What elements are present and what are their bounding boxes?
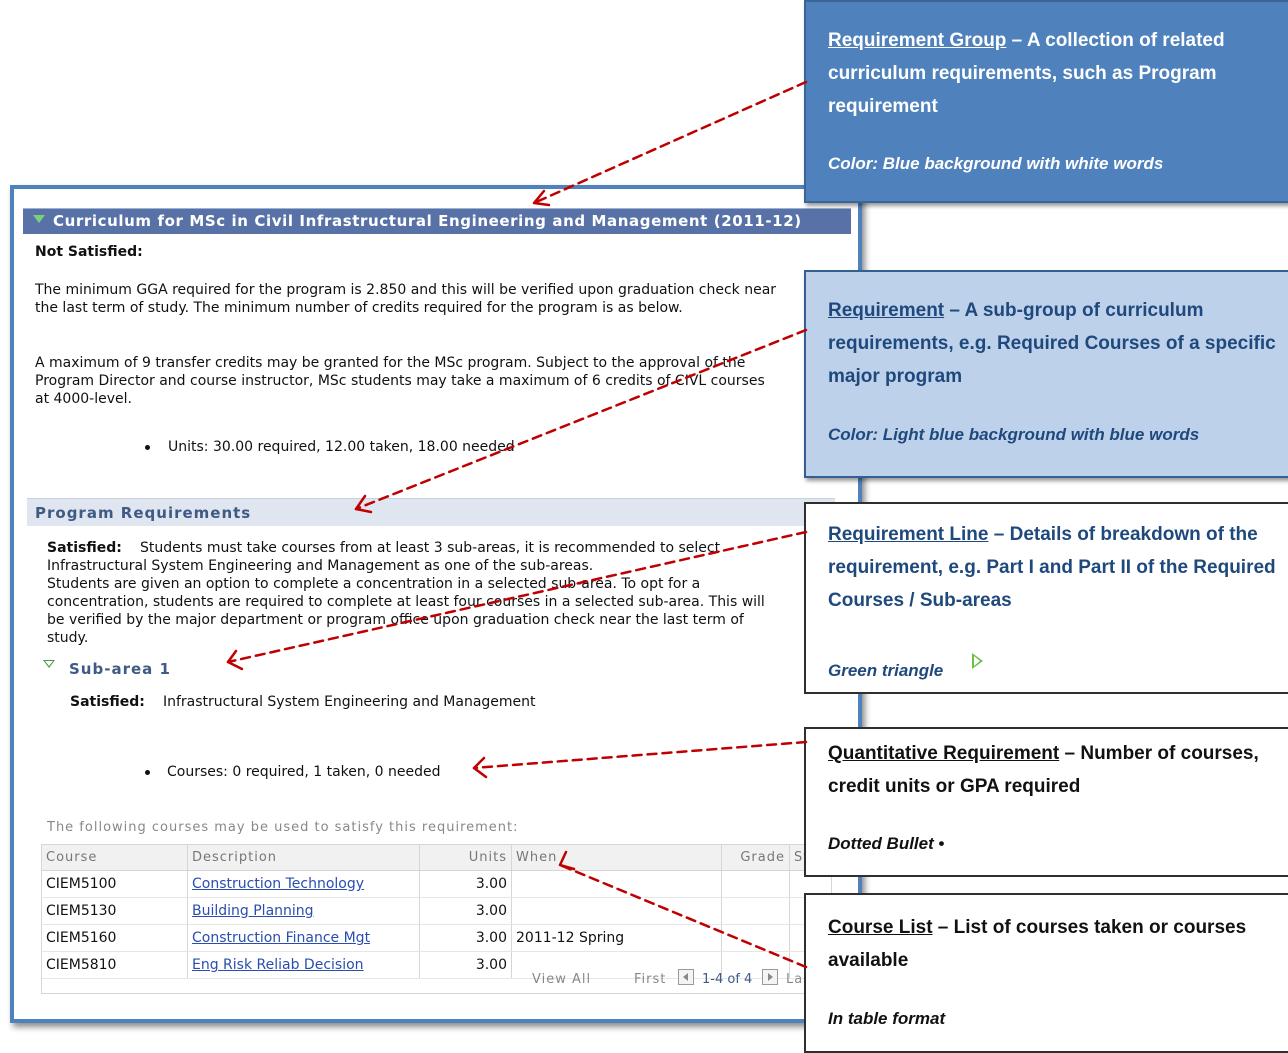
course-list-intro: The following courses may be used to sat… <box>47 820 519 835</box>
requirement-text-line: be verified by the major department or p… <box>47 612 744 628</box>
course-grade <box>721 924 790 952</box>
column-header-grade[interactable]: Grade <box>721 844 790 871</box>
requirement-group-callout: Requirement Group – A collection of rela… <box>804 0 1288 203</box>
requirement-status: Satisfied: <box>47 540 122 556</box>
callout-term: Requirement Line <box>828 524 989 545</box>
group-status: Not Satisfied: <box>35 244 143 260</box>
transfer-credit-line: A maximum of 9 transfer credits may be g… <box>35 355 746 371</box>
table-row: CIEM5100 Construction Technology 3.00 <box>41 870 832 898</box>
requirement-text-line: concentration, students are required to … <box>47 594 765 610</box>
requirement-header: Program Requirements <box>27 498 835 526</box>
course-when <box>511 897 722 925</box>
course-when: 2011-12 Spring <box>511 924 722 952</box>
callout-note: Dotted Bullet • <box>828 834 944 854</box>
course-list-callout: Course List – List of courses taken or c… <box>804 893 1288 1053</box>
callout-heading: Quantitative Requirement – Number of cou… <box>828 737 1278 803</box>
dotted-bullet-icon: • <box>938 834 945 853</box>
course-units: 3.00 <box>419 924 512 952</box>
course-grade <box>721 897 790 925</box>
bullet-icon <box>145 770 150 775</box>
callout-term: Requirement <box>828 300 945 321</box>
transfer-credit-line: Program Director and course instructor, … <box>35 373 765 389</box>
courses-requirement: Courses: 0 required, 1 taken, 0 needed <box>167 764 441 780</box>
column-header-course[interactable]: Course <box>41 844 188 871</box>
table-footer: View All First 1-4 of 4 Last <box>41 966 831 994</box>
callout-heading: Requirement Line – Details of breakdown … <box>828 518 1278 617</box>
course-units: 3.00 <box>419 897 512 925</box>
course-when <box>511 870 722 898</box>
callout-term: Course List <box>828 917 933 938</box>
course-units: 3.00 <box>419 870 512 898</box>
callout-heading: Course List – List of courses taken or c… <box>828 911 1278 977</box>
course-description-link[interactable]: Construction Finance Mgt <box>192 930 370 946</box>
sub-area-status: Satisfied: <box>70 694 145 710</box>
first-link[interactable]: First <box>634 972 666 987</box>
quantitative-requirement-callout: Quantitative Requirement – Number of cou… <box>804 727 1288 877</box>
callout-note: Green triangle <box>828 661 944 680</box>
requirement-text-line: Students are given an option to complete… <box>47 576 701 592</box>
callout-note-text: Dotted Bullet <box>828 834 934 853</box>
group-description-line: The minimum GGA required for the program… <box>35 282 777 298</box>
next-page-icon[interactable] <box>762 969 778 985</box>
requirement-text-line: Infrastructural System Engineering and M… <box>47 558 594 574</box>
callout-note: In table format <box>828 1009 946 1028</box>
callout-note: Color: Blue background with white words <box>828 154 1164 173</box>
page-range: 1-4 of 4 <box>702 972 753 987</box>
curriculum-window: Curriculum for MSc in Civil Infrastructu… <box>10 185 862 1023</box>
sub-area-link[interactable]: Sub-area 1 <box>69 660 171 678</box>
column-header-units[interactable]: Units <box>419 844 512 871</box>
units-requirement: Units: 30.00 required, 12.00 taken, 18.0… <box>168 439 515 455</box>
requirement-callout: Requirement – A sub-group of curriculum … <box>804 270 1288 478</box>
course-code: CIEM5130 <box>41 897 188 925</box>
column-header-description[interactable]: Description <box>187 844 420 871</box>
callout-heading: Requirement Group – A collection of rela… <box>828 24 1278 123</box>
callout-heading: Requirement – A sub-group of curriculum … <box>828 294 1278 393</box>
transfer-credit-line: at 4000-level. <box>35 391 132 407</box>
table-header-row: Course Description Units When Grade Stat… <box>41 844 832 871</box>
callout-note: Color: Light blue background with blue w… <box>828 425 1200 444</box>
requirement-title: Program Requirements <box>35 504 252 522</box>
green-triangle-icon <box>972 653 983 669</box>
previous-page-icon[interactable] <box>678 969 694 985</box>
view-all-link[interactable]: View All <box>532 972 591 987</box>
sub-area-status-text: Infrastructural System Engineering and M… <box>163 694 536 710</box>
requirement-group-header[interactable]: Curriculum for MSc in Civil Infrastructu… <box>23 208 851 234</box>
course-description-link[interactable]: Building Planning <box>192 903 314 919</box>
group-description-line: the last term of study. The minimum numb… <box>35 300 683 316</box>
table-row: CIEM5160 Construction Finance Mgt 3.00 2… <box>41 924 833 952</box>
course-code: CIEM5160 <box>41 924 188 952</box>
expand-triangle-icon[interactable] <box>33 215 45 223</box>
callout-term: Quantitative Requirement <box>828 743 1060 764</box>
requirement-text-line: study. <box>47 630 89 646</box>
requirement-text-line: Students must take courses from at least… <box>140 540 721 556</box>
expand-triangle-icon[interactable] <box>43 660 55 668</box>
course-table: Course Description Units When Grade Stat… <box>41 844 833 979</box>
group-title: Curriculum for MSc in Civil Infrastructu… <box>53 212 802 230</box>
table-row: CIEM5130 Building Planning 3.00 <box>41 897 832 925</box>
course-description-link[interactable]: Construction Technology <box>192 876 364 892</box>
requirement-line-callout: Requirement Line – Details of breakdown … <box>804 502 1288 694</box>
course-grade <box>721 870 790 898</box>
course-code: CIEM5100 <box>41 870 188 898</box>
bullet-icon <box>145 445 150 450</box>
column-header-when[interactable]: When <box>511 844 722 871</box>
callout-term: Requirement Group <box>828 30 1007 51</box>
